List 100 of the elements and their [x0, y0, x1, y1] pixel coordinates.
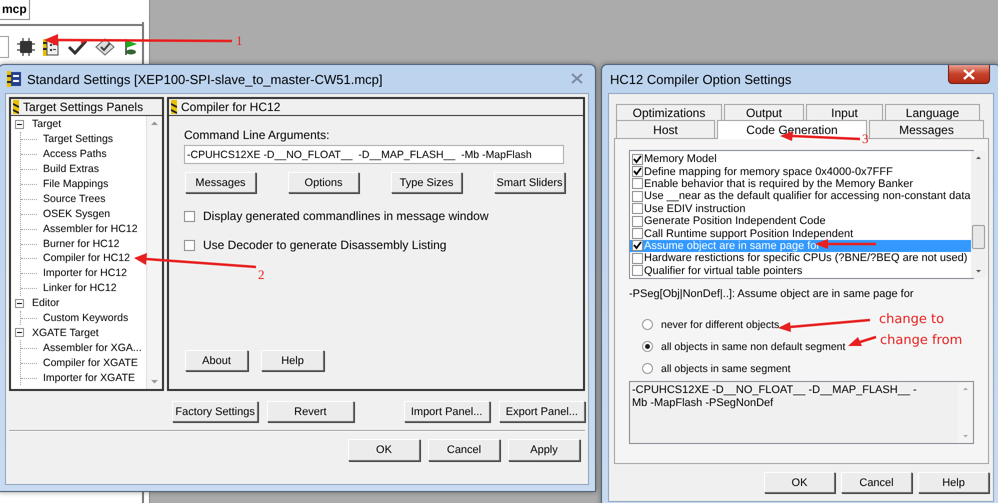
radio-label: all objects in same segment: [661, 362, 791, 374]
dialog-button[interactable]: OK: [348, 439, 420, 461]
collapse-icon[interactable]: [15, 120, 24, 129]
file-tab[interactable]: mcp: [0, 0, 30, 20]
input-field[interactable]: -CPUHCS12XE -D__NO_FLOAT__ -D__MAP_FLASH__ -Mb -MapFlash: [184, 145, 564, 164]
option-row[interactable]: Qualifier for virtual table pointers: [630, 264, 971, 277]
arrow: [848, 336, 876, 346]
radio-label: never for different objects: [661, 318, 780, 330]
checkbox[interactable]: [632, 240, 643, 252]
dialog-button[interactable]: Factory Settings: [172, 401, 258, 422]
dialog-button[interactable]: Apply: [508, 439, 580, 461]
dialog-button[interactable]: Import Panel...: [404, 401, 490, 422]
tree-item[interactable]: Compiler for HC12: [43, 252, 130, 264]
option-row[interactable]: Use EDIV instruction: [630, 202, 971, 215]
dialog-button[interactable]: Cancel: [428, 439, 500, 461]
scrollbar[interactable]: [970, 151, 986, 278]
checkbox[interactable]: [184, 240, 195, 250]
tab[interactable]: Output: [724, 104, 804, 120]
tree-item[interactable]: Linker for HC12: [43, 282, 117, 294]
tree-item[interactable]: Target: [32, 118, 62, 130]
dialog-button[interactable]: Messages: [185, 172, 256, 193]
panel-icon: [171, 100, 177, 114]
checkbox[interactable]: [184, 210, 195, 222]
tree-item[interactable]: Access Paths: [43, 148, 107, 160]
dialog-button[interactable]: Help: [261, 350, 324, 371]
option-label: Call Runtime support Position Independent: [644, 228, 854, 240]
tree-item[interactable]: File Mappings: [43, 178, 108, 190]
dialog-button[interactable]: Export Panel...: [498, 401, 585, 422]
dialog-button[interactable]: Smart Sliders: [494, 172, 565, 193]
dialog-button[interactable]: Revert: [267, 401, 354, 422]
panel-title: Compiler for HC12: [181, 100, 280, 114]
tree-item[interactable]: Build Extras: [43, 163, 100, 176]
dialog-button[interactable]: Options: [288, 172, 359, 193]
window-title: Standard Settings [XEP100-SPI-slave_to_master-CW51.mcp]: [27, 72, 382, 86]
option-label: Use EDIV instruction: [644, 202, 746, 215]
dialog-button[interactable]: Cancel: [841, 472, 912, 493]
dialog-button[interactable]: OK: [764, 472, 835, 493]
annotation-text: 2: [258, 268, 264, 282]
text-field[interactable]: [0, 36, 9, 58]
tree-item[interactable]: XGATE Target: [32, 326, 99, 339]
checkmark-icon[interactable]: [67, 39, 87, 55]
option-label: Enable behavior that is required by the Memory Banker: [644, 178, 914, 190]
option-label: Qualifier for virtual table pointers: [644, 264, 802, 277]
checkbox[interactable]: [632, 154, 643, 165]
option-row[interactable]: Generate Position Independent Code: [630, 214, 971, 228]
tree-item[interactable]: Editor: [32, 297, 60, 310]
window-title: HC12 Compiler Option Settings: [610, 72, 792, 86]
checkbox[interactable]: [632, 166, 643, 178]
close-button[interactable]: [948, 65, 990, 84]
scroll-thumb[interactable]: [972, 225, 985, 249]
option-description: -PSeg[Obj|NonDef|..]: Assume object are in same page for: [629, 288, 915, 300]
option-row[interactable]: Call Runtime support Position Independent: [630, 227, 971, 240]
checkbox[interactable]: [632, 265, 643, 276]
tree-item[interactable]: Source Trees: [43, 192, 106, 205]
annotation-text: change to: [879, 313, 944, 327]
tree-item[interactable]: Custom Keywords: [43, 312, 128, 324]
tree-item[interactable]: Burner for HC12: [43, 238, 120, 250]
window-icon: [7, 71, 21, 87]
field-label: Command Line Arguments:: [184, 128, 330, 142]
checkbox[interactable]: [632, 178, 643, 190]
checkbox[interactable]: [632, 190, 643, 202]
panel-title: Target Settings Panels: [23, 100, 144, 114]
option-label: Memory Model: [644, 153, 717, 166]
checkbox[interactable]: [632, 216, 643, 227]
tab[interactable]: Host: [616, 120, 715, 138]
checkbox-label: Display generated commandlines in message window: [203, 209, 488, 223]
tree-item[interactable]: Compiler for XGATE: [43, 356, 138, 369]
option-row[interactable]: Enable behavior that is required by the Memory Banker: [630, 178, 971, 190]
option-row[interactable]: Define mapping for memory space 0x4000-0x7FFF: [630, 165, 971, 178]
checkbox[interactable]: [632, 252, 643, 264]
tree-item[interactable]: Assembler for HC12: [43, 222, 138, 235]
checkbox[interactable]: [632, 228, 643, 240]
tab[interactable]: Input: [806, 104, 883, 120]
radio-label: all objects in same non default segment: [661, 340, 846, 352]
tree-item[interactable]: Importer for HC12: [43, 267, 128, 280]
chip-icon[interactable]: [17, 38, 35, 56]
tree-item[interactable]: Assembler for XGA...: [43, 342, 142, 354]
dialog-button[interactable]: About: [185, 350, 248, 371]
diamond-check-icon[interactable]: [95, 38, 115, 56]
option-label: Define mapping for memory space 0x4000-0x7FFF: [644, 166, 893, 178]
tree-item[interactable]: OSEK Sysgen: [43, 208, 110, 220]
checkbox[interactable]: [632, 203, 643, 214]
radio-button[interactable]: [642, 363, 653, 374]
collapse-icon[interactable]: [15, 328, 24, 338]
tree-item[interactable]: Importer for XGATE: [43, 372, 135, 384]
radio-button[interactable]: [642, 319, 653, 330]
command-line-text: -CPUHCS12XE -D__NO_FLOAT__ -D__MAP_FLASH__ -Mb -MapFlash -PSegNonDef: [631, 383, 918, 411]
tab[interactable]: Messages: [869, 120, 984, 138]
annotation-text: change from: [880, 334, 962, 348]
tree-item[interactable]: Target Settings: [43, 133, 114, 146]
collapse-icon[interactable]: [15, 298, 24, 308]
annotation-text: 1: [236, 34, 242, 48]
tab[interactable]: Optimizations: [616, 104, 722, 120]
radio-button[interactable]: [642, 341, 653, 352]
dialog-button[interactable]: Help: [918, 472, 989, 493]
option-row[interactable]: Memory Model: [630, 153, 971, 166]
option-label: Generate Position Independent Code: [644, 215, 826, 228]
tab[interactable]: Language: [885, 104, 980, 120]
panel-icon: [13, 100, 19, 114]
dialog-button[interactable]: Type Sizes: [391, 172, 462, 193]
